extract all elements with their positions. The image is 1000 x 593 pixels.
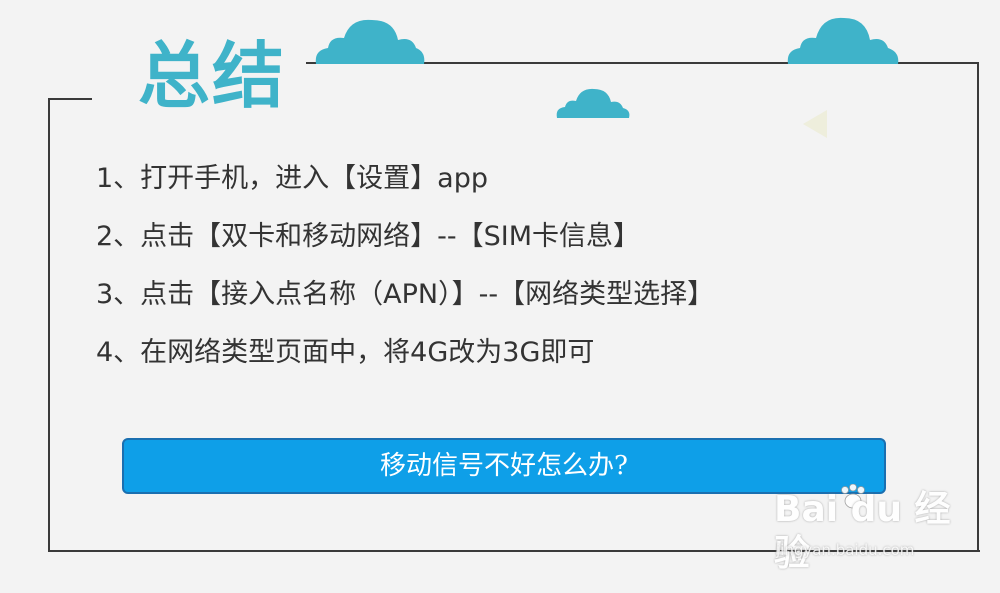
cloud-icon: [555, 86, 631, 118]
watermark-url: jingyan.baidu.com: [776, 541, 915, 559]
step-item: 2、点击【双卡和移动网络】--【SIM卡信息】: [96, 221, 641, 252]
cloud-icon: [312, 14, 426, 64]
triangle-decoration: [803, 110, 827, 138]
cloud-icon: [786, 12, 900, 64]
frame-line-left: [48, 98, 50, 552]
frame-line-top-left: [48, 98, 92, 100]
slide: 总结 1、打开手机，进入【设置】app 2、点击【双卡和移动网络】--【SIM卡…: [0, 0, 1000, 593]
frame-line-right: [977, 62, 979, 552]
baidu-jingyan-watermark: Bai du 经验 jingyan.baidu.com: [774, 483, 984, 576]
steps-list: 1、打开手机，进入【设置】app 2、点击【双卡和移动网络】--【SIM卡信息】…: [96, 156, 714, 388]
step-item: 4、在网络类型页面中，将4G改为3G即可: [96, 337, 595, 368]
page-title: 总结: [138, 34, 287, 118]
step-item: 1、打开手机，进入【设置】app: [96, 163, 489, 194]
watermark-brand: Bai du 经验: [774, 489, 951, 574]
mobile-signal-button[interactable]: 移动信号不好怎么办?: [122, 438, 886, 494]
step-item: 3、点击【接入点名称（APN）】--【网络类型选择】: [96, 279, 715, 310]
